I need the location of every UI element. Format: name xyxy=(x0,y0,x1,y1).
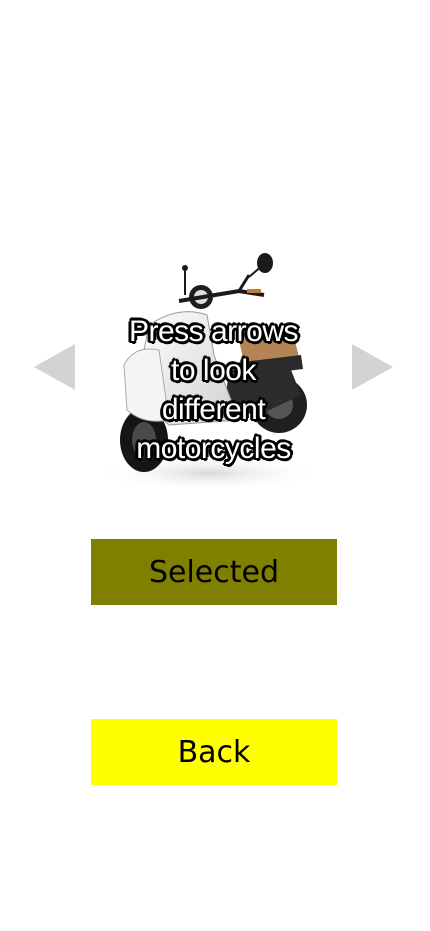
previous-arrow-icon[interactable] xyxy=(34,344,75,390)
back-button[interactable]: Back xyxy=(91,719,337,785)
selected-button[interactable]: Selected xyxy=(91,539,337,605)
next-arrow-icon[interactable] xyxy=(352,344,393,390)
carousel-instruction-text: Press arrows to look different motorcycl… xyxy=(128,315,299,465)
